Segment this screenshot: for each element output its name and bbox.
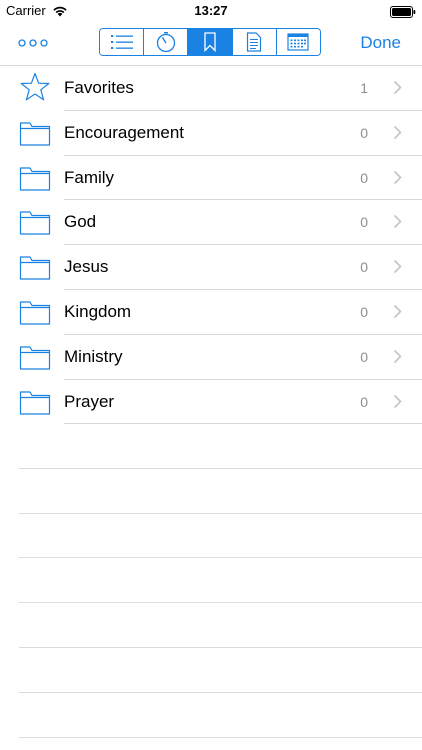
empty-row bbox=[0, 558, 422, 603]
empty-row bbox=[0, 603, 422, 648]
folder-icon bbox=[19, 388, 51, 416]
empty-row bbox=[0, 693, 422, 738]
folder-count: 0 bbox=[360, 214, 368, 231]
navigation-bar: Done bbox=[0, 22, 422, 66]
folder-count: 1 bbox=[360, 80, 368, 96]
folder-row[interactable]: Favorites 1 bbox=[0, 66, 422, 111]
folder-label: Favorites bbox=[64, 78, 134, 97]
segment-bookmarks[interactable] bbox=[188, 29, 233, 55]
empty-row bbox=[0, 514, 422, 559]
status-bar: Carrier 13:27 bbox=[0, 0, 422, 22]
folder-row[interactable]: Kingdom 0 bbox=[0, 290, 422, 335]
empty-row bbox=[0, 648, 422, 693]
folder-count: 0 bbox=[360, 348, 368, 365]
folder-icon bbox=[19, 343, 51, 371]
empty-table-area bbox=[0, 424, 422, 738]
folder-label: Jesus bbox=[64, 257, 109, 277]
folder-icon bbox=[19, 164, 51, 192]
folder-label: Encouragement bbox=[64, 122, 185, 142]
chevron-right-icon bbox=[393, 349, 402, 369]
more-options-button[interactable] bbox=[16, 34, 54, 52]
chevron-right-icon bbox=[393, 259, 402, 279]
chevron-right-icon bbox=[393, 80, 402, 100]
folder-row[interactable]: Encouragement 0 bbox=[0, 111, 422, 156]
done-button[interactable]: Done bbox=[360, 33, 401, 53]
status-time: 13:27 bbox=[194, 3, 228, 18]
chevron-right-icon bbox=[393, 214, 402, 234]
chevron-right-icon bbox=[393, 304, 402, 324]
view-segmented-control bbox=[99, 28, 321, 56]
timer-icon bbox=[156, 32, 175, 53]
folder-icon bbox=[19, 253, 51, 281]
segment-list[interactable] bbox=[100, 29, 145, 55]
calendar-icon bbox=[287, 33, 310, 51]
folder-count: 0 bbox=[360, 393, 368, 410]
more-options-icon bbox=[18, 39, 48, 47]
segment-document[interactable] bbox=[232, 29, 277, 55]
folder-row[interactable]: Ministry 0 bbox=[0, 335, 422, 380]
folder-label: Prayer bbox=[64, 391, 115, 411]
chevron-right-icon bbox=[393, 170, 402, 190]
folder-label: Family bbox=[64, 167, 115, 187]
document-icon bbox=[247, 32, 262, 52]
empty-row bbox=[0, 469, 422, 514]
folder-icon bbox=[19, 119, 51, 147]
folder-row[interactable]: Family 0 bbox=[0, 156, 422, 201]
folder-icon bbox=[19, 298, 51, 326]
folder-label: Ministry bbox=[64, 346, 123, 366]
folder-row[interactable]: Jesus 0 bbox=[0, 245, 422, 290]
folder-list: Favorites 1 Encouragement 0 Family 0 God 0 Jesus… bbox=[0, 66, 422, 425]
folder-count: 0 bbox=[360, 303, 368, 320]
folder-count: 0 bbox=[360, 124, 368, 141]
folder-label: Kingdom bbox=[64, 301, 132, 321]
battery-icon bbox=[390, 5, 416, 23]
folder-count: 0 bbox=[360, 259, 368, 276]
folder-icon bbox=[19, 208, 51, 236]
folder-label: God bbox=[64, 212, 97, 232]
folder-row[interactable]: God 0 bbox=[0, 200, 422, 246]
segment-timer[interactable] bbox=[144, 29, 189, 55]
chevron-right-icon bbox=[393, 125, 402, 145]
folder-count: 0 bbox=[360, 169, 368, 186]
folder-row[interactable]: Prayer 0 bbox=[0, 380, 422, 425]
empty-row bbox=[0, 424, 422, 469]
segment-calendar[interactable] bbox=[276, 29, 320, 55]
chevron-right-icon bbox=[393, 394, 402, 414]
list-icon bbox=[110, 35, 133, 49]
bookmark-icon bbox=[204, 32, 216, 52]
star-icon bbox=[19, 72, 51, 101]
